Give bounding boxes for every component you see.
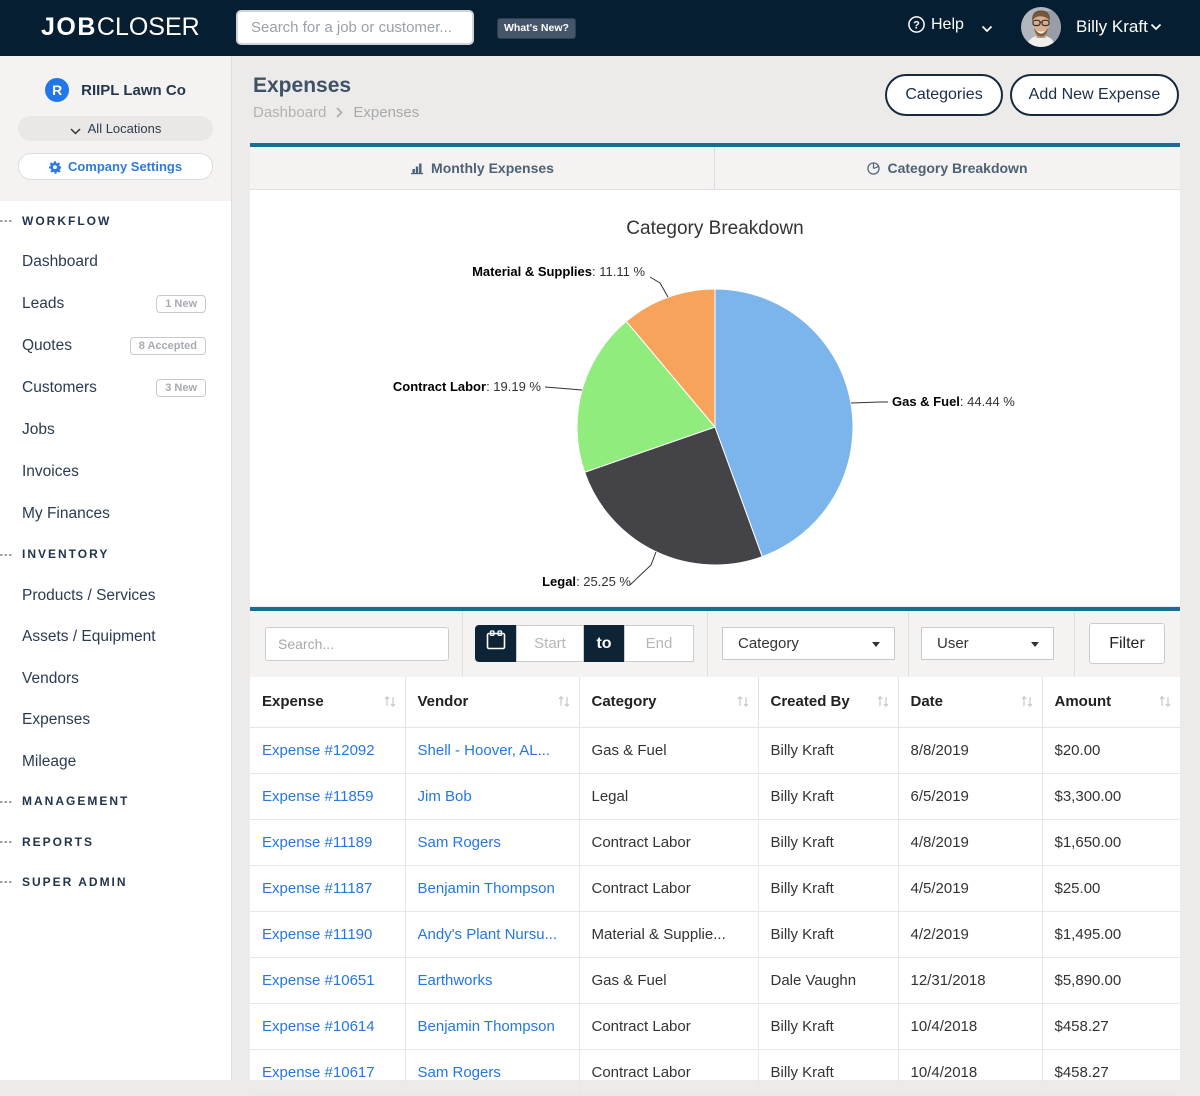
svg-text:Category Breakdown: Category Breakdown [626,218,803,239]
svg-text:Contract Labor: 19.19 %: Contract Labor: 19.19 % [393,379,542,394]
svg-text:Legal: 25.25 %: Legal: 25.25 % [542,574,631,589]
svg-text:?: ? [913,19,920,31]
svg-text:Gas & Fuel: 44.44 %: Gas & Fuel: 44.44 % [892,394,1015,409]
svg-text:Material & Supplies: 11.11 %: Material & Supplies: 11.11 % [472,264,645,279]
